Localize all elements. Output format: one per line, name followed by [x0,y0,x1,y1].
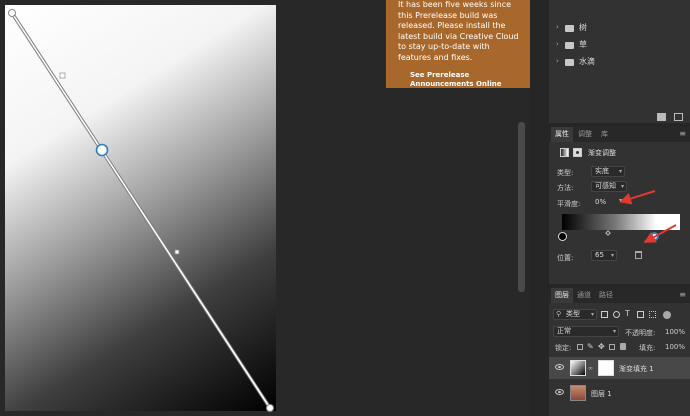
annotation-arrow-smoothness [619,190,656,205]
annotation-overlay [619,190,677,243]
annotation-arrow-color-stop [643,224,677,243]
photoshop-window: It has been five weeks since this Prerel… [0,0,690,416]
